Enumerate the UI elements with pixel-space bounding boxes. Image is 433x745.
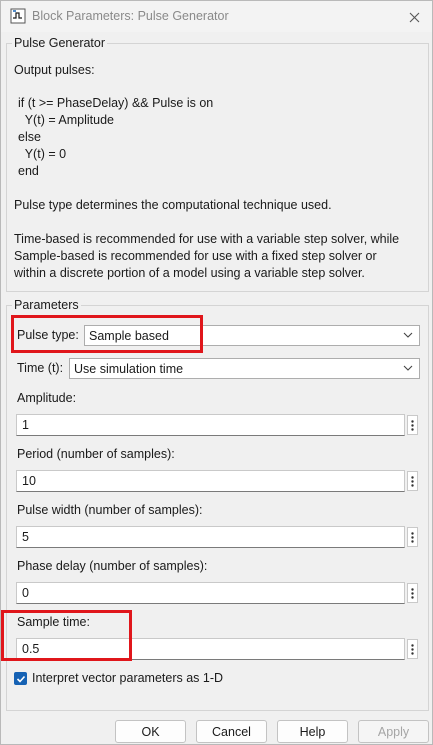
more-vertical-icon xyxy=(411,587,414,599)
more-vertical-icon xyxy=(411,643,414,655)
pulse-width-value: 5 xyxy=(22,530,29,544)
block-parameters-dialog: Block Parameters: Pulse Generator Pulse … xyxy=(0,0,433,745)
phase-delay-options-button[interactable] xyxy=(407,583,418,603)
amplitude-field[interactable]: 1 xyxy=(16,414,405,436)
amplitude-value: 1 xyxy=(22,418,29,432)
phase-delay-label: Phase delay (number of samples): xyxy=(17,559,208,573)
cancel-button[interactable]: Cancel xyxy=(196,720,267,743)
time-value: Use simulation time xyxy=(74,361,184,376)
pulse-width-field[interactable]: 5 xyxy=(16,526,405,548)
description-group-label: Pulse Generator xyxy=(12,36,108,50)
chevron-down-icon xyxy=(403,332,413,338)
help-button[interactable]: Help xyxy=(277,720,348,743)
close-button[interactable] xyxy=(404,7,424,27)
highlight-box-sample-time xyxy=(1,610,132,661)
recommendation-line: within a discrete portion of a model usi… xyxy=(14,266,365,280)
amplitude-options-button[interactable] xyxy=(407,415,418,435)
checkmark-icon xyxy=(16,675,25,683)
period-field[interactable]: 10 xyxy=(16,470,405,492)
phase-delay-field[interactable]: 0 xyxy=(16,582,405,604)
parameters-group-label: Parameters xyxy=(12,298,81,312)
simulink-block-icon xyxy=(10,8,26,24)
chevron-down-icon xyxy=(403,365,413,371)
description-code-line: Y(t) = 0 xyxy=(18,147,67,161)
pulse-width-label: Pulse width (number of samples): xyxy=(17,503,203,517)
description-intro: Output pulses: xyxy=(14,63,95,77)
pulse-type-note: Pulse type determines the computational … xyxy=(14,198,332,212)
more-vertical-icon xyxy=(411,531,414,543)
interpret-vector-checkbox[interactable] xyxy=(14,672,27,685)
period-label: Period (number of samples): xyxy=(17,447,175,461)
close-icon xyxy=(409,12,419,22)
description-code-line: end xyxy=(18,164,39,178)
apply-button[interactable]: Apply xyxy=(358,720,429,743)
interpret-vector-label: Interpret vector parameters as 1-D xyxy=(32,671,224,685)
phase-delay-value: 0 xyxy=(22,586,29,600)
pulse-width-options-button[interactable] xyxy=(407,527,418,547)
more-vertical-icon xyxy=(411,419,414,431)
recommendation-line: Sample-based is recommended for use with… xyxy=(14,249,377,263)
window-title: Block Parameters: Pulse Generator xyxy=(32,9,229,23)
ok-button[interactable]: OK xyxy=(115,720,186,743)
title-bar: Block Parameters: Pulse Generator xyxy=(1,1,432,32)
recommendation-line: Time-based is recommended for use with a… xyxy=(14,232,400,246)
time-label: Time (t): xyxy=(17,361,64,375)
sample-time-options-button[interactable] xyxy=(407,639,418,659)
more-vertical-icon xyxy=(411,475,414,487)
highlight-box-pulse-type xyxy=(11,315,203,353)
period-value: 10 xyxy=(22,474,36,488)
description-code-line: else xyxy=(18,130,41,144)
time-select[interactable]: Use simulation time xyxy=(69,358,420,379)
period-options-button[interactable] xyxy=(407,471,418,491)
description-code-line: Y(t) = Amplitude xyxy=(18,113,114,127)
amplitude-label: Amplitude: xyxy=(17,391,77,405)
description-code-line: if (t >= PhaseDelay) && Pulse is on xyxy=(18,96,214,110)
